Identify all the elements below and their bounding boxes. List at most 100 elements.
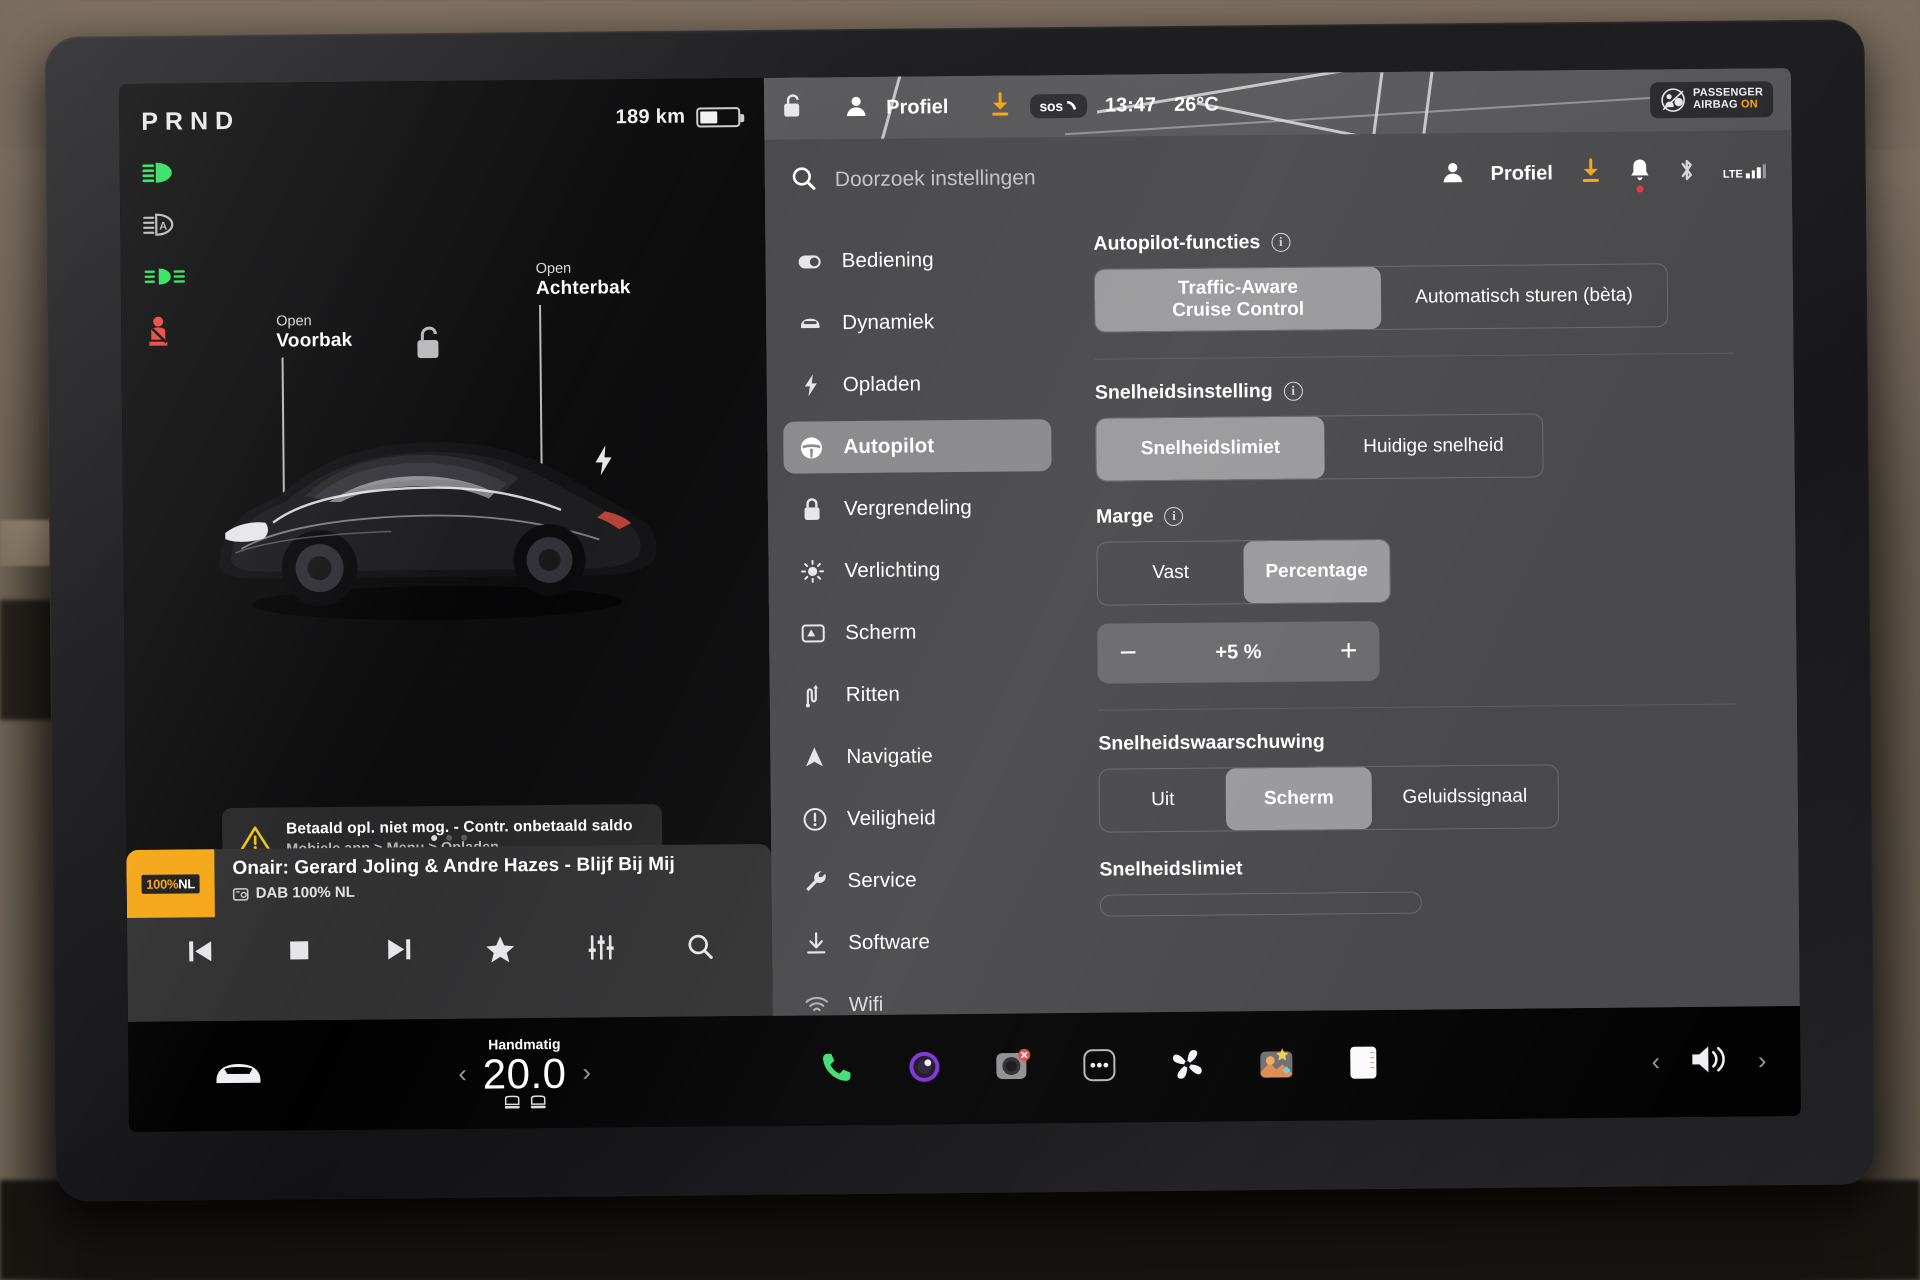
- navigation-arrow-icon: [802, 745, 826, 769]
- option-fixed[interactable]: Vast: [1097, 541, 1244, 604]
- sidebar-item-verlichting[interactable]: Verlichting: [784, 543, 1052, 598]
- margin-type-segmented[interactable]: Vast Percentage: [1096, 538, 1391, 606]
- car-controls-button[interactable]: [212, 1057, 264, 1094]
- increase-button[interactable]: +: [1340, 634, 1358, 667]
- speaker-icon[interactable]: [1688, 1042, 1730, 1081]
- settings-content: Autopilot-functies i Traffic-Aware Cruis…: [1065, 212, 1800, 1013]
- favorite-button[interactable]: [485, 934, 515, 967]
- media-player[interactable]: 100%NL Onair: Gerard Joling & Andre Haze…: [126, 843, 773, 1023]
- decrease-button[interactable]: −: [1119, 636, 1137, 669]
- sidebar-item-scherm[interactable]: Scherm: [785, 605, 1053, 660]
- sidebar-item-opladen[interactable]: Opladen: [783, 357, 1051, 412]
- sidebar-item-label: Ritten: [845, 682, 901, 707]
- section-autopilot-functies: Autopilot-functies i: [1093, 227, 1732, 256]
- climate-control[interactable]: ‹ Handmatig 20.0 ›: [458, 1036, 591, 1111]
- steering-wheel-icon: [799, 435, 823, 460]
- divider: [1097, 703, 1737, 711]
- unlocked-padlock-icon[interactable]: [782, 93, 804, 123]
- heated-seat-driver-icon[interactable]: [502, 1095, 521, 1110]
- option-speed-limit[interactable]: Snelheidslimiet: [1096, 416, 1325, 481]
- section-title: Snelheidswaarschuwing: [1098, 730, 1325, 755]
- more-apps-button[interactable]: [1082, 1048, 1116, 1087]
- volume-up-button[interactable]: ›: [1758, 1047, 1767, 1076]
- next-track-button[interactable]: [384, 936, 414, 967]
- sidebar-item-veiligheid[interactable]: Veiligheid: [787, 791, 1055, 846]
- unlocked-padlock-icon[interactable]: [413, 326, 443, 365]
- profile-label[interactable]: Profiel: [886, 96, 948, 120]
- main-area: PRND A 189 km Open Voorbak Open Achterba…: [118, 67, 1800, 1023]
- download-arrow-icon[interactable]: [988, 91, 1012, 122]
- sidebar-item-bediening[interactable]: Bediening: [781, 233, 1049, 288]
- speed-limit-segmented[interactable]: [1099, 891, 1422, 917]
- margin-stepper[interactable]: − +5 % +: [1097, 620, 1380, 684]
- sidebar-item-service[interactable]: Service: [787, 853, 1055, 908]
- callout-rear-trunk[interactable]: Open Achterbak: [536, 259, 631, 300]
- previous-track-button[interactable]: [185, 938, 215, 969]
- download-icon: [804, 931, 828, 955]
- sidebar-item-label: Veiligheid: [846, 806, 936, 831]
- sos-phone-icon: [1066, 100, 1076, 110]
- passenger-airbag-icon: [1661, 88, 1685, 112]
- phone-app[interactable]: [818, 1050, 854, 1091]
- profile-avatar-icon[interactable]: [1440, 160, 1464, 189]
- profile-avatar-icon[interactable]: [844, 93, 868, 122]
- option-speed-limit-a[interactable]: [1101, 894, 1262, 917]
- option-autosteer-beta[interactable]: Automatisch sturen (bèta): [1381, 264, 1668, 329]
- sidebar-item-autopilot[interactable]: Autopilot: [783, 419, 1052, 474]
- option-percentage[interactable]: Percentage: [1243, 539, 1390, 604]
- info-icon[interactable]: i: [1164, 506, 1184, 527]
- info-icon[interactable]: i: [1271, 232, 1291, 252]
- callout-front-trunk[interactable]: Open Voorbak: [276, 312, 352, 353]
- gallery-app[interactable]: [1258, 1045, 1294, 1086]
- option-chime[interactable]: Geluidssignaal: [1372, 765, 1559, 829]
- gear-indicator: PRND: [141, 106, 241, 136]
- bluetooth-icon[interactable]: [1677, 156, 1697, 187]
- option-current-speed[interactable]: Huidige snelheid: [1324, 414, 1543, 478]
- sidebar-item-label: Service: [847, 868, 917, 893]
- sidebar-item-navigatie[interactable]: Navigatie: [786, 729, 1054, 784]
- search-media-button[interactable]: [686, 932, 714, 965]
- option-traffic-aware-cruise-control[interactable]: Traffic-Aware Cruise Control: [1094, 266, 1382, 332]
- sidebar-item-wifi[interactable]: Wifi: [789, 977, 1057, 1016]
- sidebar-item-vergrendeling[interactable]: Vergrendeling: [784, 481, 1052, 536]
- sidebar-item-label: Scherm: [845, 620, 917, 645]
- temp-increase-button[interactable]: ›: [582, 1058, 591, 1087]
- airbag-line2-prefix: AIRBAG: [1693, 98, 1738, 111]
- equalizer-button[interactable]: [587, 933, 615, 966]
- option-display[interactable]: Scherm: [1225, 767, 1373, 831]
- car-front-icon: [798, 315, 822, 331]
- download-arrow-icon[interactable]: [1579, 157, 1603, 188]
- high-beam-icon: [142, 159, 182, 185]
- search-input[interactable]: [834, 164, 1255, 193]
- camera-app[interactable]: [906, 1049, 942, 1090]
- info-icon[interactable]: i: [1283, 381, 1303, 401]
- sidebar-item-label: Wifi: [848, 992, 884, 1016]
- search-icon: [791, 165, 817, 196]
- sidebar-item-ritten[interactable]: Ritten: [786, 667, 1054, 722]
- volume-control[interactable]: ‹ ›: [1652, 1042, 1767, 1082]
- lte-label: LTE: [1722, 168, 1743, 181]
- fan-app[interactable]: [1168, 1045, 1206, 1088]
- sidebar-item-software[interactable]: Software: [788, 915, 1056, 970]
- autopilot-features-segmented[interactable]: Traffic-Aware Cruise Control Automatisch…: [1093, 263, 1669, 333]
- sidebar-item-dynamiek[interactable]: Dynamiek: [782, 295, 1050, 350]
- speed-warning-segmented[interactable]: Uit Scherm Geluidssignaal: [1098, 764, 1560, 833]
- dashcam-app[interactable]: [994, 1048, 1031, 1089]
- heated-seat-passenger-icon[interactable]: [528, 1095, 547, 1110]
- option-off[interactable]: Uit: [1100, 768, 1227, 831]
- notes-app[interactable]: [1346, 1044, 1380, 1085]
- sidebar-item-label: Verlichting: [844, 558, 941, 583]
- margin-value: +5 %: [1215, 640, 1262, 664]
- notification-bell-icon[interactable]: [1629, 157, 1651, 193]
- option-speed-limit-b[interactable]: [1261, 893, 1422, 917]
- sos-button[interactable]: sos: [1030, 93, 1088, 119]
- speed-setting-segmented[interactable]: Snelheidslimiet Huidige snelheid: [1095, 413, 1544, 482]
- bottom-taskbar: ‹ Handmatig 20.0 › ‹ ›: [127, 1005, 1801, 1133]
- section-title: Snelheidslimiet: [1099, 857, 1243, 881]
- volume-down-button[interactable]: ‹: [1652, 1048, 1661, 1077]
- search-box[interactable]: [791, 159, 1441, 196]
- profile-label-settings[interactable]: Profiel: [1491, 162, 1553, 186]
- temp-decrease-button[interactable]: ‹: [458, 1059, 467, 1088]
- section-title: Autopilot-functies: [1093, 231, 1261, 255]
- stop-button[interactable]: [286, 937, 312, 968]
